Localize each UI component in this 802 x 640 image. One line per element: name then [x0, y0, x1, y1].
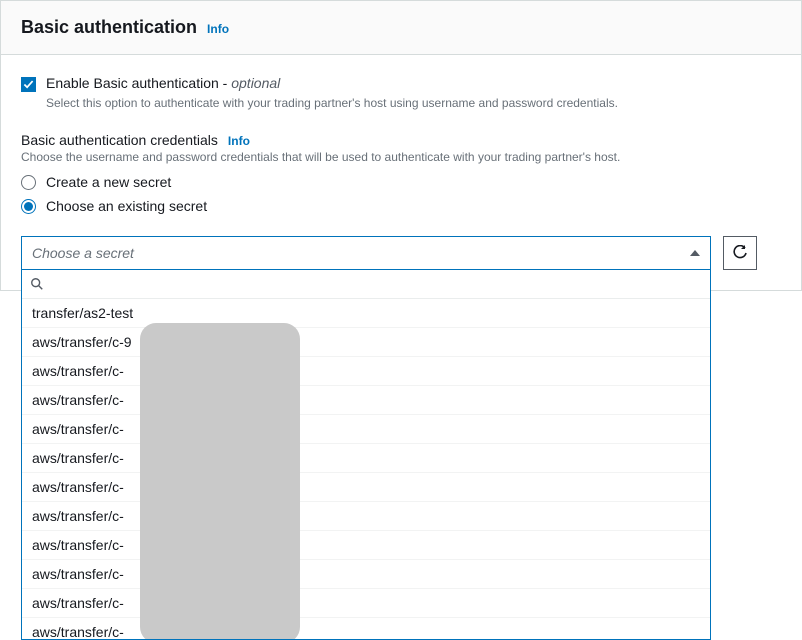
- credentials-hint: Choose the username and password credent…: [21, 150, 781, 164]
- radio-choose-row[interactable]: Choose an existing secret: [21, 198, 781, 214]
- refresh-icon: [732, 245, 748, 261]
- enable-hint: Select this option to authenticate with …: [46, 96, 781, 110]
- radio-choose-label: Choose an existing secret: [46, 198, 207, 214]
- list-item[interactable]: aws/transfer/c-: [22, 502, 710, 531]
- list-item[interactable]: aws/transfer/c-: [22, 589, 710, 618]
- list-item[interactable]: aws/transfer/c-: [22, 473, 710, 502]
- radio-create-label: Create a new secret: [46, 174, 171, 190]
- chevron-up-icon: [690, 250, 700, 256]
- secret-select-placeholder: Choose a secret: [32, 245, 134, 261]
- list-item[interactable]: aws/transfer/c-: [22, 618, 710, 639]
- panel-header: Basic authentication Info: [1, 1, 801, 55]
- list-item[interactable]: aws/transfer/c-: [22, 386, 710, 415]
- credentials-label-row: Basic authentication credentials Info: [21, 132, 781, 148]
- dropdown-options[interactable]: transfer/as2-test aws/transfer/c-9 aws/t…: [22, 299, 710, 639]
- radio-choose[interactable]: [21, 199, 36, 214]
- secret-select-row: Choose a secret transfer/as2-test aws/tr…: [21, 236, 781, 270]
- list-item[interactable]: aws/transfer/c-: [22, 531, 710, 560]
- credentials-info-link[interactable]: Info: [228, 134, 250, 148]
- dropdown-search-row: [22, 270, 710, 299]
- header-info-link[interactable]: Info: [207, 22, 229, 36]
- list-item[interactable]: aws/transfer/c-: [22, 560, 710, 589]
- basic-auth-panel: Basic authentication Info Enable Basic a…: [0, 0, 802, 291]
- list-item[interactable]: aws/transfer/c-: [22, 444, 710, 473]
- check-icon: [23, 79, 34, 90]
- enable-label-main: Enable Basic authentication -: [46, 75, 231, 91]
- panel-body: Enable Basic authentication - optional S…: [1, 55, 801, 290]
- list-item[interactable]: transfer/as2-test: [22, 299, 710, 328]
- radio-create-row[interactable]: Create a new secret: [21, 174, 781, 190]
- dropdown-search-input[interactable]: [52, 276, 702, 292]
- refresh-button[interactable]: [723, 236, 757, 270]
- search-icon: [30, 277, 44, 291]
- enable-row: Enable Basic authentication - optional: [21, 75, 781, 92]
- list-item[interactable]: aws/transfer/c-: [22, 357, 710, 386]
- credentials-label: Basic authentication credentials: [21, 132, 218, 148]
- list-item[interactable]: aws/transfer/c-: [22, 415, 710, 444]
- secret-dropdown: transfer/as2-test aws/transfer/c-9 aws/t…: [21, 270, 711, 640]
- secret-select-trigger[interactable]: Choose a secret: [21, 236, 711, 270]
- radio-create[interactable]: [21, 175, 36, 190]
- enable-checkbox[interactable]: [21, 77, 36, 92]
- panel-title: Basic authentication: [21, 17, 197, 38]
- enable-label-optional: optional: [231, 75, 280, 91]
- enable-label: Enable Basic authentication - optional: [46, 75, 280, 91]
- list-item[interactable]: aws/transfer/c-9: [22, 328, 710, 357]
